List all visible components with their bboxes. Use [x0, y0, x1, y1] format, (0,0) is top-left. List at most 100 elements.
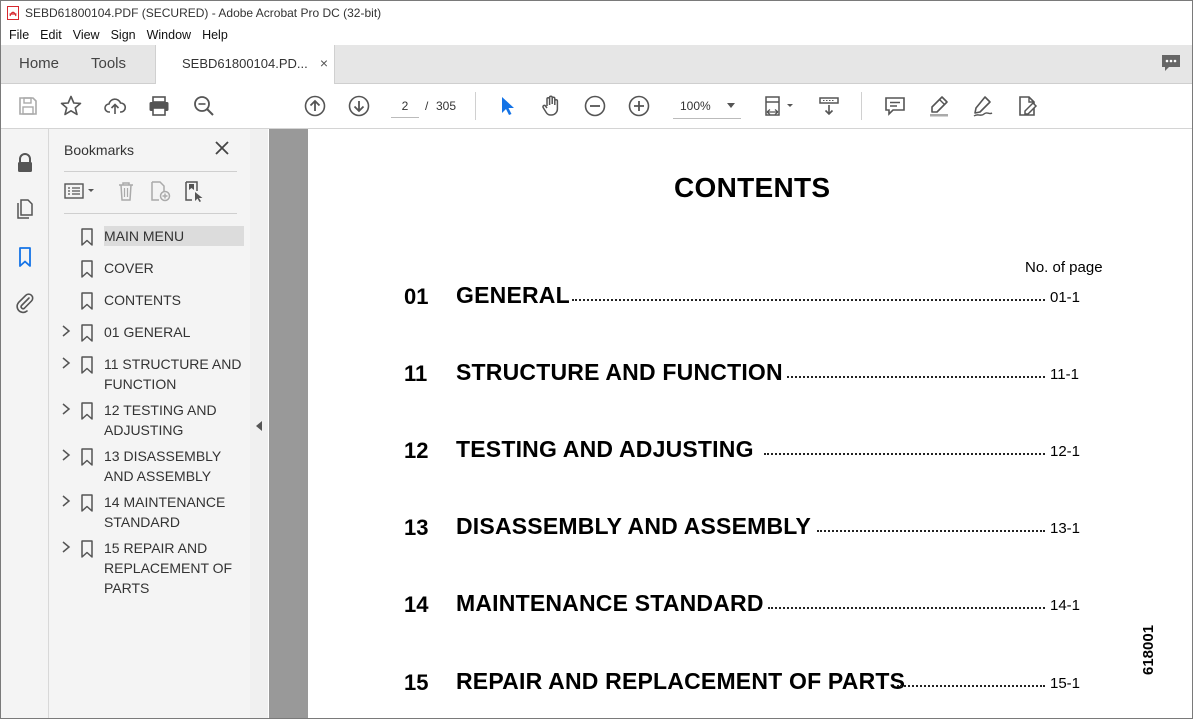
toc-entry[interactable]: 11 STRUCTURE AND FUNCTION 11-1: [308, 359, 1192, 391]
bookmarks-panel: Bookmarks MAIN MENU COVER CONTENTS 01 GENER…: [49, 129, 251, 718]
toc-number: 01: [404, 284, 429, 309]
toc-number: 13: [404, 515, 429, 540]
toc-number: 15: [404, 670, 429, 695]
highlight-pen-icon[interactable]: [927, 94, 951, 118]
zoom-in-icon[interactable]: [627, 94, 651, 118]
title-bar: SEBD61800104.PDF (SECURED) - Adobe Acrob…: [1, 1, 1192, 25]
toc-number: 14: [404, 592, 429, 617]
bookmark-icon: [80, 356, 94, 374]
toc-page: 01-1: [1050, 289, 1081, 306]
comment-bubble-icon[interactable]: [1160, 53, 1182, 73]
close-panel-icon[interactable]: [213, 139, 231, 157]
print-icon[interactable]: [147, 94, 171, 118]
draw-sign-icon[interactable]: [971, 94, 995, 118]
select-cursor-icon[interactable]: [495, 94, 519, 118]
toc-page: 14-1: [1050, 597, 1081, 614]
chevron-right-icon[interactable]: [61, 495, 71, 507]
tab-document-label: SEBD61800104.PD...: [182, 56, 308, 71]
save-icon[interactable]: [16, 94, 40, 118]
main-toolbar: 2 / 305 100%: [1, 84, 1192, 129]
page-number-input[interactable]: 2: [391, 95, 419, 118]
menu-file[interactable]: File: [9, 28, 29, 42]
menu-view[interactable]: View: [73, 28, 100, 42]
delete-bookmark-icon[interactable]: [113, 179, 139, 203]
bookmark-icon: [80, 540, 94, 558]
chevron-down-icon: [727, 103, 735, 108]
bookmark-label: 15 REPAIR AND REPLACEMENT OF PARTS: [104, 540, 233, 596]
hand-tool-icon[interactable]: [539, 94, 563, 118]
find-bookmark-icon[interactable]: [181, 179, 207, 203]
previous-page-icon[interactable]: [303, 94, 327, 118]
chevron-right-icon[interactable]: [61, 403, 71, 415]
panel-collapse-handle[interactable]: [250, 129, 268, 718]
attachment-icon[interactable]: [13, 291, 37, 315]
bookmark-icon: [80, 292, 94, 310]
bookmark-options-icon[interactable]: [63, 179, 97, 203]
acrobat-app-icon: [7, 6, 19, 20]
toc-entry[interactable]: 15 REPAIR AND REPLACEMENT OF PARTS 15-1: [308, 668, 1192, 700]
bookmark-icon: [80, 324, 94, 342]
menu-window[interactable]: Window: [147, 28, 191, 42]
bookmark-label: CONTENTS: [104, 292, 181, 308]
toc-leader-dots: [817, 530, 1045, 532]
tab-close-icon[interactable]: ×: [320, 55, 328, 71]
toc-leader-dots: [572, 299, 1045, 301]
toc-title: REPAIR AND REPLACEMENT OF PARTS: [456, 668, 906, 694]
next-page-icon[interactable]: [347, 94, 371, 118]
bookmark-label: 14 MAINTENANCE STANDARD: [104, 494, 226, 530]
comment-icon[interactable]: [883, 94, 907, 118]
contents-heading: CONTENTS: [674, 172, 831, 203]
toc-number: 11: [404, 361, 428, 386]
page-fit-icon[interactable]: [763, 94, 797, 118]
toc-entry[interactable]: 01 GENERAL 01-1: [308, 282, 1192, 314]
lock-icon[interactable]: [13, 151, 37, 175]
divider: [64, 171, 237, 172]
toolbar-divider: [475, 92, 476, 120]
menu-sign[interactable]: Sign: [111, 28, 136, 42]
menu-edit[interactable]: Edit: [40, 28, 62, 42]
edit-pdf-icon[interactable]: [1015, 94, 1039, 118]
zoom-out-icon[interactable]: [583, 94, 607, 118]
bookmark-label: 11 STRUCTURE AND FUNCTION: [104, 356, 242, 392]
toc-leader-dots: [897, 685, 1045, 687]
chevron-right-icon[interactable]: [61, 325, 71, 337]
divider: [64, 213, 237, 214]
bookmark-label: COVER: [104, 260, 154, 276]
toc-page: 15-1: [1050, 675, 1081, 692]
bookmark-icon: [80, 494, 94, 512]
star-icon[interactable]: [59, 94, 83, 118]
chevron-left-icon: [256, 421, 262, 431]
bookmark-icon: [80, 228, 94, 246]
toc-entry[interactable]: 12 TESTING AND ADJUSTING 12-1: [308, 436, 1192, 468]
chevron-right-icon[interactable]: [61, 357, 71, 369]
toc-leader-dots: [764, 453, 1045, 455]
page-thumbnails-icon[interactable]: [13, 197, 37, 221]
tab-home[interactable]: Home: [19, 45, 59, 83]
tab-tools[interactable]: Tools: [91, 45, 126, 83]
bookmark-icon: [80, 448, 94, 466]
bookmark-label: 12 TESTING AND ADJUSTING: [104, 402, 217, 438]
bookmark-panel-icon[interactable]: [13, 245, 37, 269]
toc-number: 12: [404, 438, 429, 463]
toc-entry[interactable]: 14 MAINTENANCE STANDARD 14-1: [308, 590, 1192, 622]
bookmark-label: MAIN MENU: [104, 226, 244, 246]
tab-bar: Home Tools SEBD61800104.PD... ×: [1, 45, 1192, 84]
zoom-search-icon[interactable]: [192, 94, 216, 118]
chevron-right-icon[interactable]: [61, 541, 71, 553]
pdf-page: CONTENTS No. of page 01 GENERAL 01-1 11 STRU…: [308, 129, 1192, 718]
chevron-right-icon[interactable]: [61, 449, 71, 461]
bookmark-label: 01 GENERAL: [104, 324, 191, 340]
toc-entry[interactable]: 13 DISASSEMBLY AND ASSEMBLY 13-1: [308, 513, 1192, 545]
page-count: 305: [436, 99, 457, 113]
menu-help[interactable]: Help: [202, 28, 228, 42]
document-canvas-margin: [269, 129, 308, 718]
bookmark-icon: [80, 260, 94, 278]
toc-title: STRUCTURE AND FUNCTION: [456, 359, 783, 385]
toc-leader-dots: [787, 376, 1045, 378]
new-bookmark-icon[interactable]: [147, 179, 173, 203]
zoom-select[interactable]: 100%: [673, 94, 741, 119]
scroll-mode-icon[interactable]: [817, 94, 841, 118]
tab-document[interactable]: SEBD61800104.PD... ×: [155, 45, 335, 84]
cloud-upload-icon[interactable]: [103, 94, 127, 118]
bookmarks-title: Bookmarks: [64, 142, 135, 158]
